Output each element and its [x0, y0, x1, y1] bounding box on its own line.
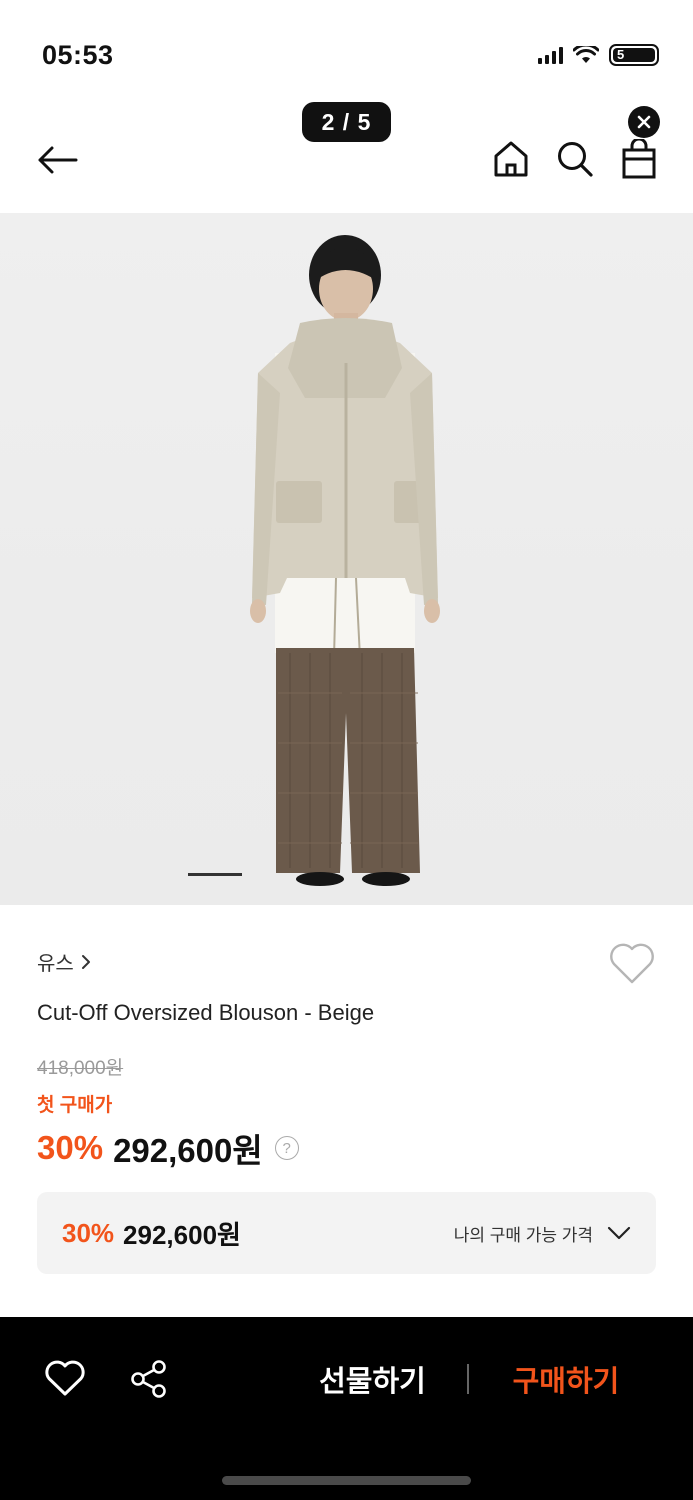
- my-price-value: 292,600원: [123, 1219, 241, 1250]
- status-bar: 05:53 5: [0, 0, 693, 105]
- battery-icon: 5: [609, 44, 659, 66]
- image-pagination-active: [188, 873, 242, 876]
- gift-button[interactable]: 선물하기: [300, 1357, 445, 1401]
- my-price-label: 나의 구매 가능 가격: [453, 1225, 593, 1245]
- close-icon: [637, 115, 651, 129]
- chevron-down-icon: [607, 1226, 631, 1240]
- heart-icon: [610, 943, 654, 984]
- product-detail-screen: 05:53 5 2 / 5 유스 Cut-Off Oversized Blous…: [0, 0, 693, 1500]
- status-time: 05:53: [42, 40, 114, 70]
- sale-price: 292,600원: [113, 1132, 263, 1169]
- chevron-right-icon: [81, 954, 90, 969]
- share-button[interactable]: [128, 1358, 170, 1400]
- battery-level: 5: [617, 47, 625, 62]
- wifi-icon: [573, 46, 599, 63]
- brand-link[interactable]: 유스: [37, 947, 92, 976]
- help-icon[interactable]: ?: [274, 1136, 299, 1160]
- model-photo: [250, 235, 440, 886]
- header-actions: [491, 138, 659, 180]
- shopping-bag-icon: [622, 139, 656, 179]
- my-price-label-row: 나의 구매 가능 가격: [454, 1221, 631, 1246]
- home-icon: [494, 141, 528, 177]
- bottom-wishlist-button[interactable]: [44, 1360, 86, 1398]
- image-pagination-indicator: [188, 873, 506, 876]
- search-button[interactable]: [555, 138, 595, 180]
- product-name: Cut-Off Oversized Blouson - Beige: [37, 1000, 375, 1025]
- cart-button[interactable]: [619, 138, 659, 180]
- my-price-dropdown[interactable]: 30% 292,600원 나의 구매 가능 가격: [37, 1192, 656, 1274]
- original-price: 418,000원: [37, 1058, 124, 1079]
- wishlist-button[interactable]: [608, 942, 656, 986]
- home-indicator[interactable]: [222, 1476, 471, 1485]
- search-icon: [558, 142, 593, 177]
- status-icons: 5: [538, 44, 659, 66]
- arrow-left-icon: [38, 146, 78, 174]
- bottom-action-bar: [0, 1317, 693, 1500]
- close-button[interactable]: [628, 106, 660, 138]
- back-button[interactable]: [34, 140, 80, 180]
- home-button[interactable]: [491, 138, 531, 180]
- image-counter: 2 / 5: [302, 102, 391, 142]
- my-price-discount: 30%: [62, 1217, 115, 1248]
- product-image[interactable]: [0, 213, 693, 905]
- buy-button[interactable]: 구매하기: [496, 1357, 636, 1401]
- share-icon: [131, 1360, 166, 1398]
- signal-icon: [538, 46, 563, 64]
- bottom-divider: [467, 1364, 469, 1394]
- discount-rate: 30%: [37, 1129, 104, 1166]
- heart-icon: [45, 1360, 85, 1396]
- first-purchase-label: 첫 구매가: [37, 1095, 113, 1116]
- price-row: 30% 292,600원 ?: [37, 1124, 299, 1172]
- brand-name: 유스: [37, 953, 74, 975]
